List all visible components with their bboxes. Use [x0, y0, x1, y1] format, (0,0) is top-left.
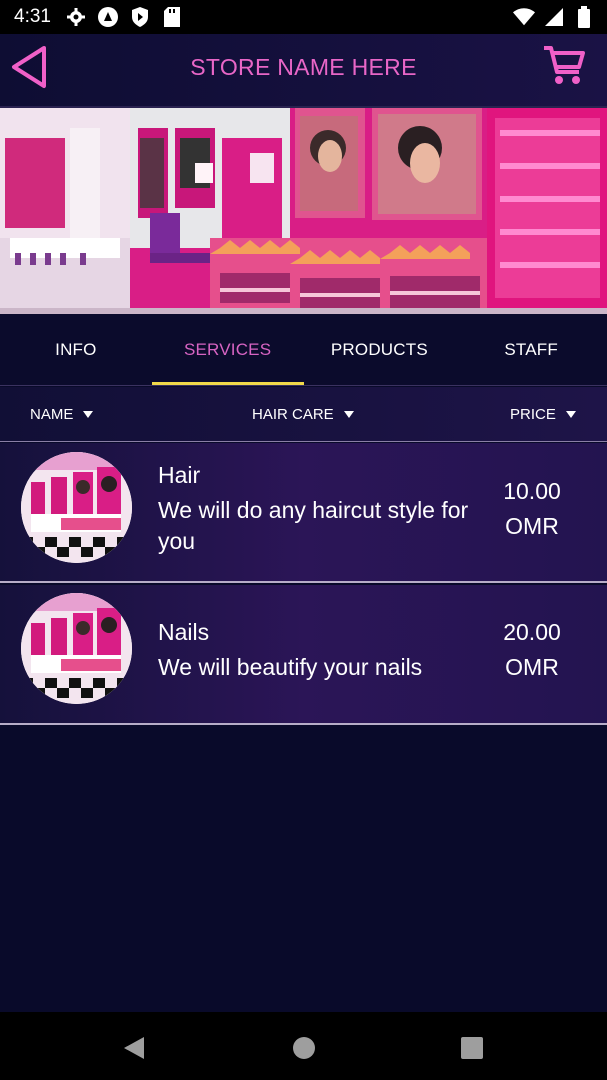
- cart-icon[interactable]: [541, 42, 587, 88]
- status-icons-right: [513, 6, 595, 28]
- nav-back-icon[interactable]: [122, 1036, 146, 1060]
- caret-down-icon: [83, 411, 94, 418]
- tab-services[interactable]: SERVICES: [151, 314, 304, 385]
- price-currency: OMR: [505, 513, 559, 539]
- service-price: 20.00 OMR: [487, 615, 577, 685]
- price-amount: 20.00: [503, 619, 561, 645]
- store-banner-image: [0, 108, 607, 314]
- filter-row: NAME HAIR CARE PRICE: [0, 387, 607, 442]
- price-sort-label: PRICE: [510, 406, 556, 423]
- battery-icon: [573, 6, 595, 28]
- tab-products[interactable]: PRODUCTS: [304, 314, 456, 385]
- back-triangle-icon[interactable]: [8, 44, 50, 90]
- wifi-icon: [513, 6, 535, 28]
- caret-down-icon: [343, 411, 354, 418]
- settings-icon: [65, 6, 87, 28]
- service-description: We will do any haircut style for you: [158, 497, 469, 554]
- system-nav-bar: [0, 1012, 607, 1080]
- price-sort-dropdown[interactable]: PRICE: [510, 406, 576, 423]
- service-row-hair[interactable]: Hair We will do any haircut style for yo…: [0, 443, 607, 583]
- signal-icon: [543, 6, 565, 28]
- service-name: Hair: [158, 462, 201, 488]
- service-thumbnail: [21, 452, 132, 563]
- sd-card-icon: [161, 6, 183, 28]
- service-name: Nails: [158, 619, 210, 645]
- tab-info[interactable]: INFO: [0, 314, 152, 385]
- service-description: We will beautify your nails: [158, 654, 423, 680]
- category-dropdown[interactable]: HAIR CARE: [252, 406, 354, 423]
- caret-down-icon: [565, 411, 576, 418]
- price-amount: 10.00: [503, 478, 561, 504]
- app-a-icon: [97, 6, 119, 28]
- status-time: 4:31: [14, 6, 51, 27]
- tab-bar: INFO SERVICES PRODUCTS STAFF: [0, 314, 607, 386]
- tab-staff[interactable]: STAFF: [455, 314, 607, 385]
- nav-home-icon[interactable]: [293, 1037, 315, 1059]
- service-price: 10.00 OMR: [487, 474, 577, 544]
- name-sort-label: NAME: [30, 406, 74, 423]
- app-header: STORE NAME HERE: [0, 34, 607, 108]
- service-thumbnail: [21, 593, 132, 704]
- status-icons-left: [65, 6, 183, 28]
- price-currency: OMR: [505, 654, 559, 680]
- nav-recents-icon[interactable]: [461, 1037, 483, 1059]
- name-sort-dropdown[interactable]: NAME: [30, 406, 94, 423]
- status-bar: 4:31: [0, 0, 607, 34]
- store-title: STORE NAME HERE: [190, 54, 417, 80]
- service-row-nails[interactable]: Nails We will beautify your nails 20.00 …: [0, 585, 607, 725]
- category-label: HAIR CARE: [252, 406, 334, 423]
- shield-icon: [129, 6, 151, 28]
